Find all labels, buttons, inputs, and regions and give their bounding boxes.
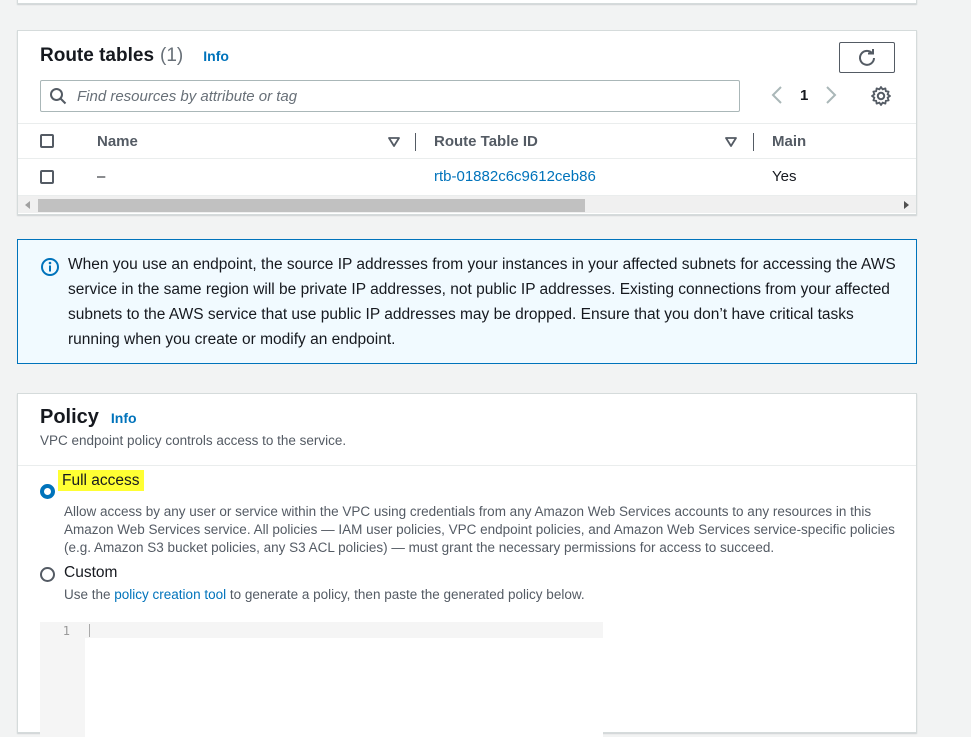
sort-triangle-icon[interactable] [725,136,737,148]
pagination: 1 [768,84,840,106]
text-cursor [89,624,90,637]
column-divider[interactable] [415,133,416,151]
custom-description-suffix: to generate a policy, then paste the gen… [226,587,585,602]
policy-header: Policy Info [40,406,137,429]
table-row[interactable]: – rtb-01882c6c9612ceb86 Yes [18,158,916,194]
select-all-cell [40,124,54,158]
route-tables-title: Route tables [40,45,155,66]
row-main: Yes [772,168,797,185]
route-tables-table: Name Route Table ID Main – rtb-01882c6c9… [18,123,916,194]
route-tables-header: Route tables (1) Info [40,45,229,67]
row-checkbox[interactable] [40,169,54,184]
column-divider[interactable] [753,133,754,151]
active-line[interactable] [85,622,603,638]
scroll-right-icon[interactable] [900,199,912,211]
scrollbar-thumb[interactable] [38,199,585,212]
search-icon [50,88,67,105]
scroll-left-icon[interactable] [22,199,34,211]
column-header-main[interactable]: Main [772,124,806,158]
editor-gutter: 1 [40,622,85,737]
line-number: 1 [62,624,70,638]
full-access-label[interactable]: Full access [58,470,144,491]
full-access-description: Allow access by any user or service with… [64,504,895,555]
row-select-cell [40,159,54,194]
search-field[interactable] [40,80,740,112]
policy-info-link[interactable]: Info [111,410,137,426]
info-alert: When you use an endpoint, the source IP … [17,239,917,364]
info-circle-icon [41,258,59,276]
next-page-icon[interactable] [822,84,840,106]
row-name: – [97,168,106,185]
select-all-checkbox[interactable] [40,134,54,148]
route-table-id-link[interactable]: rtb-01882c6c9612ceb86 [434,159,596,194]
custom-radio[interactable] [40,567,55,582]
policy-description: VPC endpoint policy controls access to t… [40,433,347,448]
route-tables-info-link[interactable]: Info [203,48,229,64]
current-page[interactable]: 1 [800,87,808,104]
custom-description: Use the policy creation tool to generate… [64,586,904,604]
table-header-row: Name Route Table ID Main [18,123,916,158]
full-access-label-text: Full access [58,470,144,491]
divider [18,465,916,466]
policy-panel: Policy Info VPC endpoint policy controls… [17,393,917,737]
info-alert-text: When you use an endpoint, the source IP … [68,256,896,348]
column-header-route-table-id[interactable]: Route Table ID [434,124,538,158]
policy-code-editor[interactable]: 1 [40,622,603,737]
policy-title: Policy [40,406,99,428]
column-header-name[interactable]: Name [97,124,138,158]
settings-gear-icon[interactable] [870,85,892,107]
full-access-radio[interactable] [40,484,55,499]
policy-creation-tool-link[interactable]: policy creation tool [114,587,226,602]
horizontal-scrollbar[interactable] [18,195,916,213]
custom-label[interactable]: Custom [64,564,117,582]
sort-triangle-icon[interactable] [388,136,400,148]
route-tables-count: (1) [160,45,184,66]
route-tables-panel: Route tables (1) Info 1 [17,30,917,215]
refresh-icon [859,48,875,66]
previous-panel-bottom [17,0,917,4]
custom-description-prefix: Use the [64,587,115,602]
refresh-button[interactable] [839,42,895,73]
search-input[interactable] [75,86,739,106]
previous-page-icon[interactable] [768,84,786,106]
